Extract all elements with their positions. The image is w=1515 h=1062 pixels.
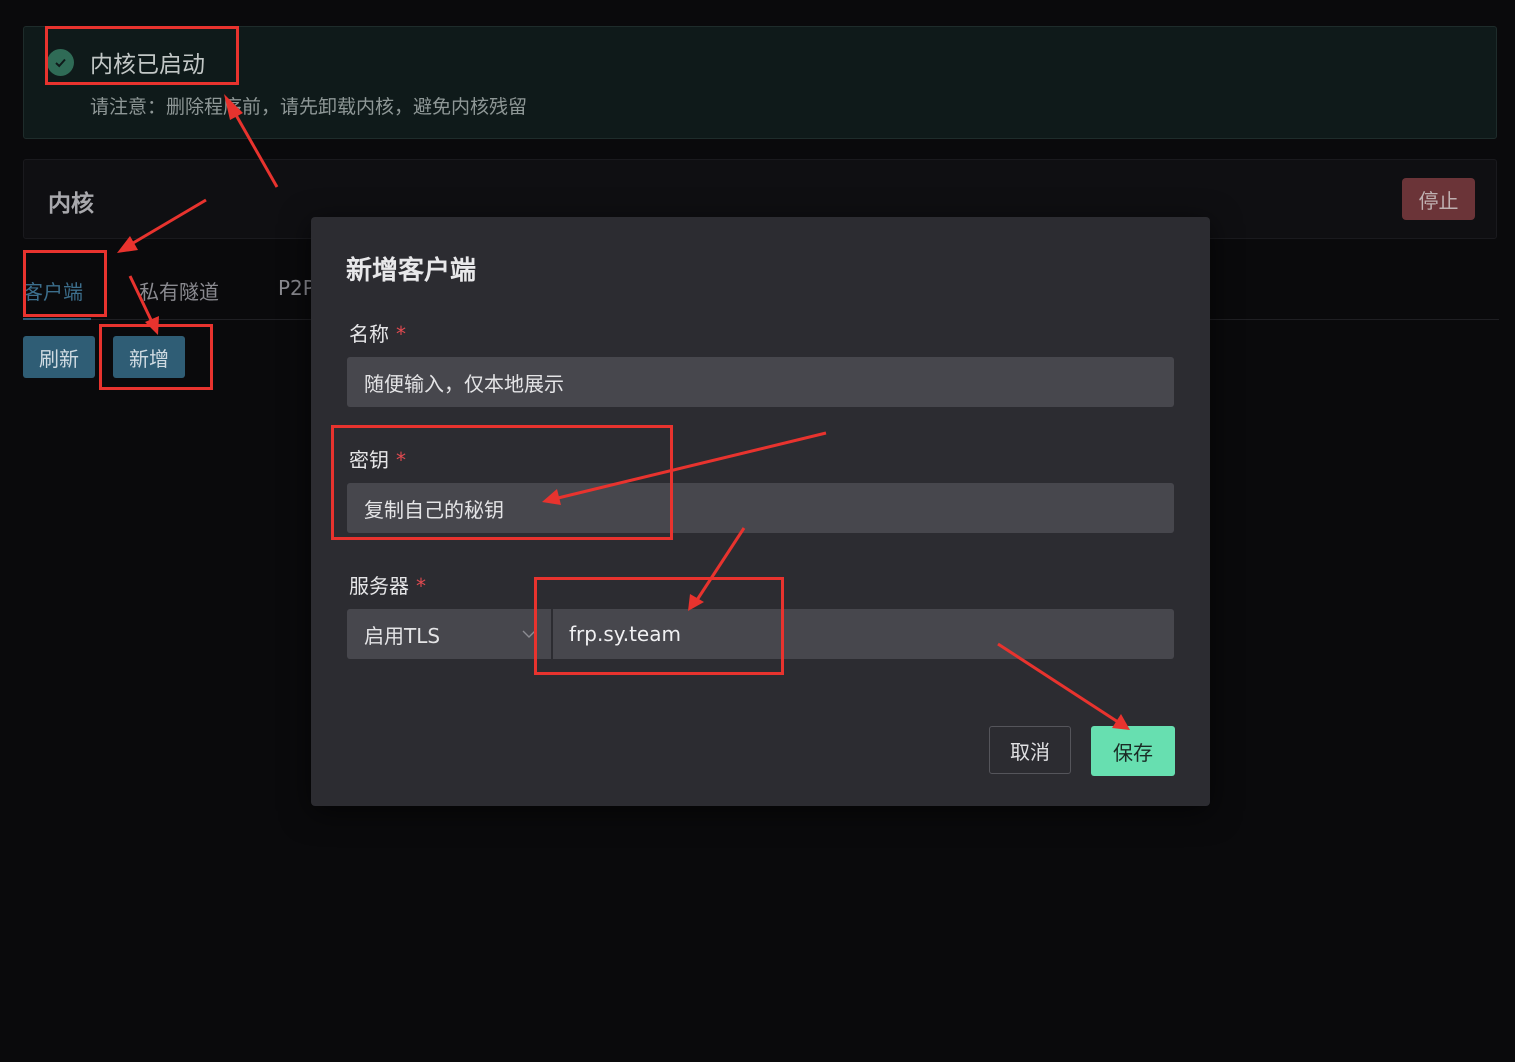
arrow-head [1112,714,1130,730]
arrow-to-client-tab [127,198,207,248]
arrow-to-status [230,107,279,188]
arrow-head [688,594,704,611]
arrow-head [117,236,138,253]
arrow-head [542,489,561,505]
arrow-to-server-host [695,527,746,601]
arrow-head [224,94,243,120]
annotation-arrows [117,94,1130,730]
arrow-to-add-button [128,275,154,323]
arrow-to-save-button [997,642,1119,724]
arrow-to-key-field [557,431,827,500]
